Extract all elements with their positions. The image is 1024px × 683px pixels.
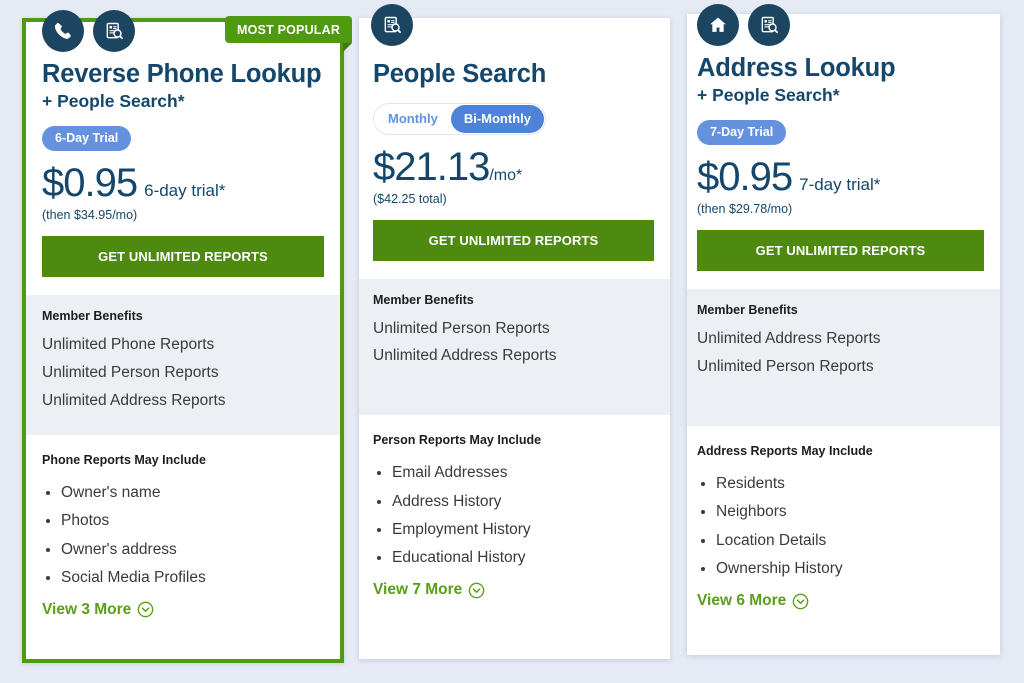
price-line: $21.13 /mo* <box>373 147 654 187</box>
report-list: Residents Neighbors Location Details Own… <box>697 470 984 583</box>
price-line: $0.95 6-day trial* <box>42 163 324 203</box>
benefit-item: Unlimited Address Reports <box>373 342 654 370</box>
member-benefits-section: Member Benefits Unlimited Phone Reports … <box>26 295 340 435</box>
phone-icon <box>42 10 84 52</box>
reports-title: Phone Reports May Include <box>42 453 324 467</box>
billing-period-toggle[interactable]: Monthly Bi-Monthly <box>373 103 546 135</box>
list-item: Neighbors <box>697 498 984 526</box>
list-item: Owner's address <box>42 536 324 564</box>
member-benefits-title: Member Benefits <box>42 309 324 323</box>
member-benefits-title: Member Benefits <box>697 303 984 317</box>
trial-badge: 6-Day Trial <box>42 126 131 151</box>
document-search-icon <box>93 10 135 52</box>
card-header: Reverse Phone Lookup + People Search* 6-… <box>26 22 340 277</box>
price-suffix: 6-day trial* <box>144 181 225 201</box>
price-amount: $21.13 <box>373 147 489 187</box>
member-benefits-section: Member Benefits Unlimited Address Report… <box>687 289 1000 426</box>
plan-title: Reverse Phone Lookup <box>42 60 324 89</box>
benefit-item: Unlimited Person Reports <box>697 353 984 381</box>
pricing-card-reverse-phone-lookup: Reverse Phone Lookup + People Search* 6-… <box>22 18 344 663</box>
price-note: (then $29.78/mo) <box>697 202 984 216</box>
plan-subtitle: + People Search* <box>697 85 984 107</box>
list-item: Residents <box>697 470 984 498</box>
list-item: Ownership History <box>697 555 984 583</box>
report-list: Email Addresses Address History Employme… <box>373 459 654 572</box>
member-benefits-section: Member Benefits Unlimited Person Reports… <box>359 279 670 416</box>
trial-badge: 7-Day Trial <box>697 120 786 145</box>
benefit-item: Unlimited Address Reports <box>42 387 324 415</box>
price-amount: $0.95 <box>42 163 137 203</box>
chevron-down-icon <box>792 593 809 610</box>
plan-subtitle: + People Search* <box>42 91 324 113</box>
get-unlimited-reports-button[interactable]: GET UNLIMITED REPORTS <box>42 236 324 277</box>
view-more-link[interactable]: View 6 More <box>697 592 809 610</box>
get-unlimited-reports-button[interactable]: GET UNLIMITED REPORTS <box>373 220 654 261</box>
price-suffix: 7-day trial* <box>799 175 880 195</box>
list-item: Social Media Profiles <box>42 564 324 592</box>
reports-title: Person Reports May Include <box>373 433 654 447</box>
card-icon-row <box>371 4 413 46</box>
price-suffix: /mo* <box>489 167 522 185</box>
view-more-label: View 6 More <box>697 592 786 610</box>
benefit-item: Unlimited Person Reports <box>373 315 654 343</box>
reports-title: Address Reports May Include <box>697 444 984 458</box>
get-unlimited-reports-button[interactable]: GET UNLIMITED REPORTS <box>697 230 984 271</box>
list-item: Location Details <box>697 527 984 555</box>
price-note: ($42.25 total) <box>373 192 654 206</box>
list-item: Owner's name <box>42 479 324 507</box>
view-more-link[interactable]: View 3 More <box>42 601 154 619</box>
document-search-icon <box>371 4 413 46</box>
document-search-icon <box>748 4 790 46</box>
home-icon <box>697 4 739 46</box>
view-more-label: View 3 More <box>42 601 131 619</box>
most-popular-ribbon: MOST POPULAR <box>225 16 352 43</box>
pricing-card-people-search: People Search Monthly Bi-Monthly $21.13 … <box>359 18 670 659</box>
card-icon-row <box>697 4 790 46</box>
card-header: Address Lookup + People Search* 7-Day Tr… <box>687 14 1000 271</box>
list-item: Educational History <box>373 544 654 572</box>
toggle-option-monthly[interactable]: Monthly <box>375 105 451 133</box>
chevron-down-icon <box>137 601 154 618</box>
price-amount: $0.95 <box>697 157 792 197</box>
plan-title: Address Lookup <box>697 54 984 83</box>
card-icon-row <box>42 10 135 52</box>
benefit-item: Unlimited Address Reports <box>697 325 984 353</box>
reports-section: Address Reports May Include Residents Ne… <box>687 426 1000 655</box>
price-line: $0.95 7-day trial* <box>697 157 984 197</box>
list-item: Email Addresses <box>373 459 654 487</box>
price-note: (then $34.95/mo) <box>42 208 324 222</box>
card-header: People Search Monthly Bi-Monthly $21.13 … <box>359 18 670 261</box>
list-item: Employment History <box>373 516 654 544</box>
chevron-down-icon <box>468 582 485 599</box>
benefit-item: Unlimited Person Reports <box>42 359 324 387</box>
benefit-item: Unlimited Phone Reports <box>42 331 324 359</box>
pricing-card-address-lookup: Address Lookup + People Search* 7-Day Tr… <box>687 14 1000 655</box>
reports-section: Person Reports May Include Email Address… <box>359 415 670 659</box>
view-more-link[interactable]: View 7 More <box>373 581 485 599</box>
member-benefits-title: Member Benefits <box>373 293 654 307</box>
most-popular-label: MOST POPULAR <box>237 23 340 37</box>
toggle-option-bi-monthly[interactable]: Bi-Monthly <box>451 105 544 133</box>
list-item: Address History <box>373 488 654 516</box>
plan-title: People Search <box>373 60 654 89</box>
list-item: Photos <box>42 507 324 535</box>
pricing-plans-container: Reverse Phone Lookup + People Search* 6-… <box>0 0 1024 683</box>
report-list: Owner's name Photos Owner's address Soci… <box>42 479 324 592</box>
reports-section: Phone Reports May Include Owner's name P… <box>26 435 340 659</box>
view-more-label: View 7 More <box>373 581 462 599</box>
